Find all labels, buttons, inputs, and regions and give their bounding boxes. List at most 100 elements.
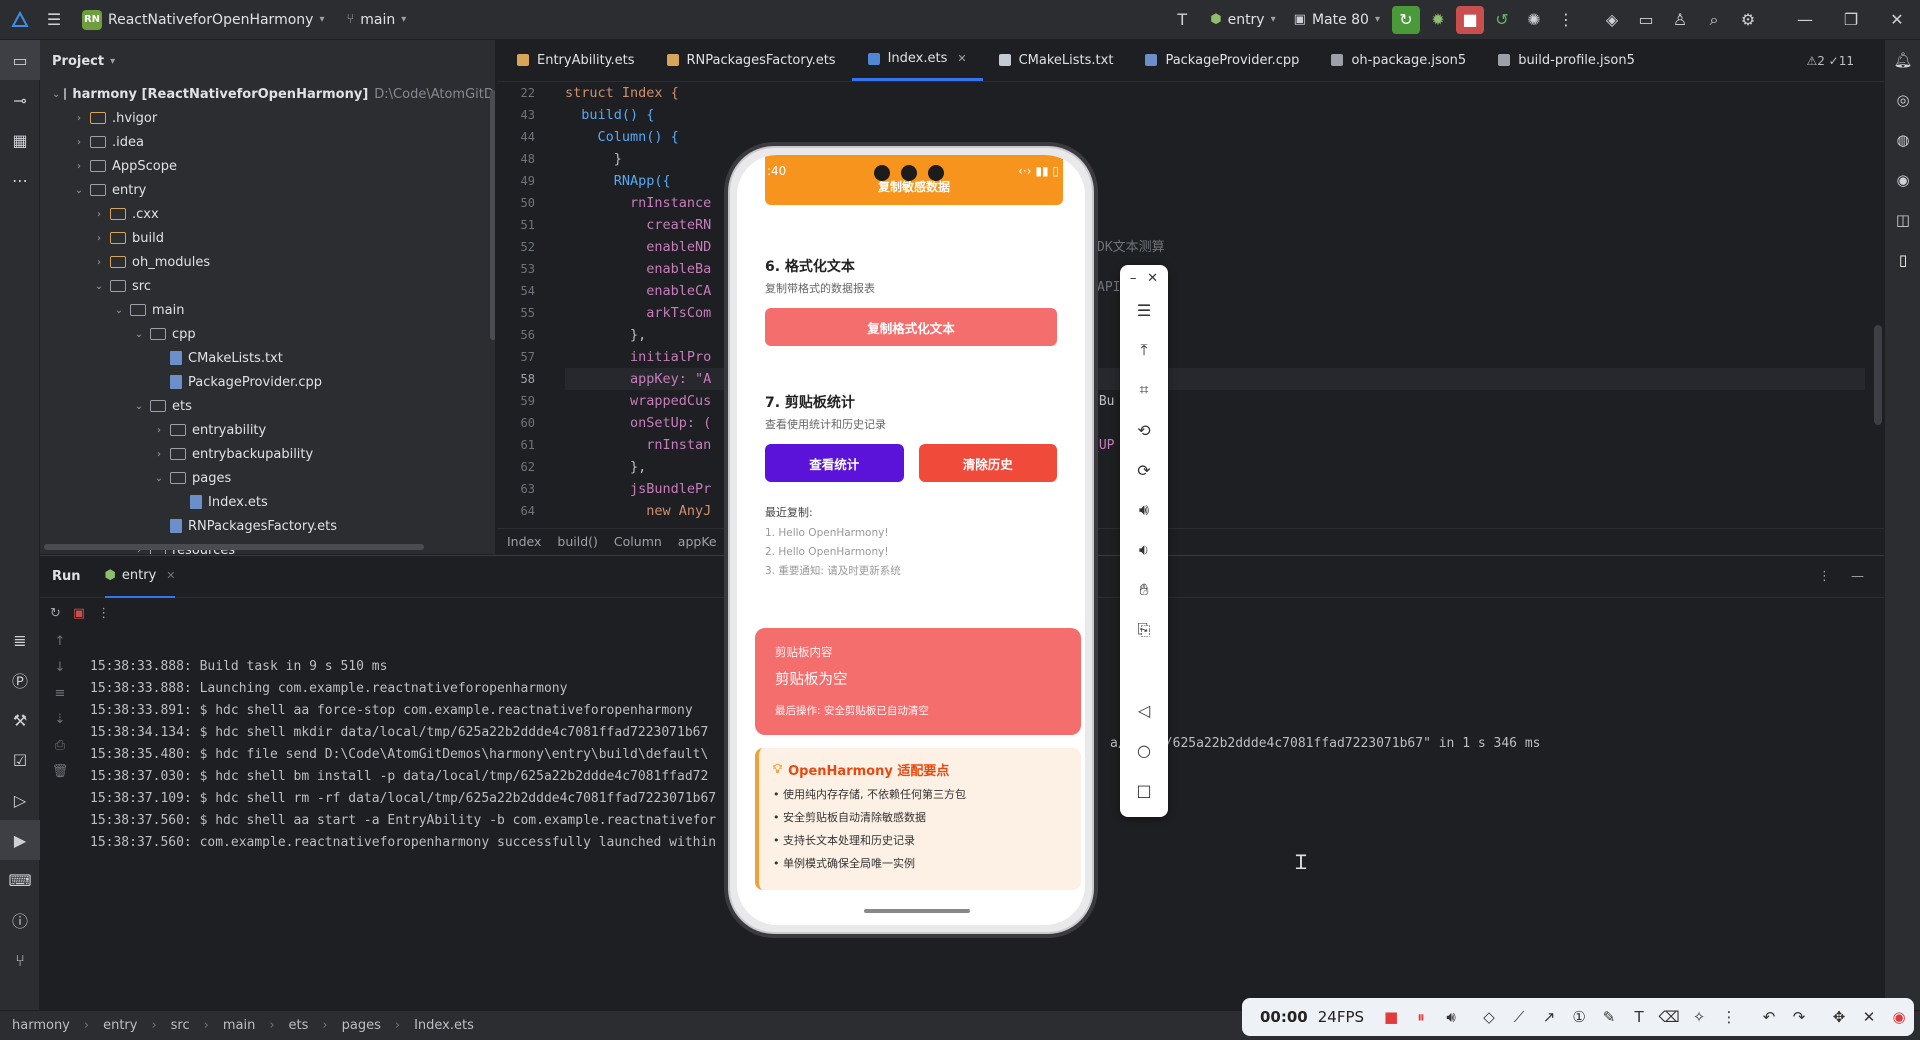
highlight-icon[interactable]: ✧ [1684, 1008, 1714, 1026]
breadcrumb-item[interactable]: appKe [678, 534, 717, 549]
eraser-icon[interactable]: ⌫ [1654, 1008, 1684, 1026]
editor-tab[interactable]: oh-package.json5 [1315, 39, 1482, 81]
run-config-selector[interactable]: ⬢ entry ▾ [1210, 0, 1275, 40]
branch-selector[interactable]: ⑂ main ▾ [346, 0, 406, 40]
close-icon[interactable]: ✕ [1854, 1008, 1884, 1026]
arrow-tool-icon[interactable]: ↗ [1534, 1008, 1564, 1026]
apply-changes-icon[interactable]: ↺ [1488, 6, 1516, 34]
more-options-icon[interactable]: ⋮ [1818, 569, 1831, 584]
code-line[interactable]: Column() { [565, 126, 1865, 148]
code-line[interactable]: struct Index { [565, 82, 1865, 104]
line-tool-icon[interactable]: ⟋ [1504, 1008, 1534, 1026]
more-options-icon[interactable]: ⋮ [1714, 1008, 1744, 1026]
number-tool-icon[interactable]: ① [1564, 1008, 1594, 1026]
tree-item[interactable]: › AppScope [40, 154, 495, 178]
run-config-tab[interactable]: ⬢ entry ✕ [104, 556, 176, 598]
chevron-right-icon[interactable]: › [72, 137, 86, 148]
hide-panel-icon[interactable]: — [1851, 569, 1864, 584]
tree-item[interactable]: PackageProvider.cpp [40, 370, 495, 394]
tree-item[interactable]: › .idea [40, 130, 495, 154]
stop-icon[interactable]: ▣ [73, 606, 85, 621]
shapes-icon[interactable]: ◇ [1474, 1008, 1504, 1026]
editor-tab[interactable]: CMakeLists.txt [983, 39, 1130, 81]
move-icon[interactable]: ✥ [1824, 1008, 1854, 1026]
main-menu-icon[interactable]: ☰ [40, 6, 68, 34]
more-options-icon[interactable]: ⋮ [97, 606, 110, 621]
rotate-icon[interactable]: ⟲ [1120, 410, 1168, 450]
chevron-down-icon[interactable]: ⌄ [92, 281, 106, 292]
status-path-item[interactable]: src [171, 1018, 190, 1033]
todo-icon[interactable]: ☑ [0, 740, 40, 780]
recents-icon[interactable]: □ [1120, 770, 1168, 810]
volume-up-icon[interactable]: 🔊︎ [1120, 490, 1168, 530]
layers-icon[interactable]: ≣ [0, 620, 40, 660]
device-selector[interactable]: ▣ Mate 80 ▾ [1294, 0, 1380, 40]
tree-item[interactable]: ⌄ pages [40, 466, 495, 490]
pin-top-icon[interactable]: ⤒ [1120, 330, 1168, 370]
pause-icon[interactable]: ⏸︎ [1406, 1008, 1436, 1026]
tree-h-scrollbar[interactable] [44, 544, 424, 550]
home-indicator[interactable] [864, 909, 970, 913]
font-tool-icon[interactable]: T [1168, 6, 1196, 34]
rerun-icon[interactable]: ↻ [50, 606, 61, 621]
editor-tab[interactable]: RNPackagesFactory.ets [651, 39, 852, 81]
project-panel-header[interactable]: Project ▾ [40, 40, 495, 82]
tree-item[interactable]: › entryability [40, 418, 495, 442]
tree-item[interactable]: › build [40, 226, 495, 250]
tree-item[interactable]: ⌄ ets [40, 394, 495, 418]
crop-icon[interactable]: ⌗ [1120, 370, 1168, 410]
editor-tab[interactable]: EntryAbility.ets [501, 39, 651, 81]
more-tools-icon[interactable]: ⋯ [0, 160, 40, 200]
status-path-item[interactable]: entry [103, 1018, 137, 1033]
editor-tab[interactable]: build-profile.json5 [1482, 39, 1651, 81]
text-tool-icon[interactable]: T [1624, 1008, 1654, 1026]
ai-assistant-icon[interactable]: ◍ [1885, 120, 1920, 160]
more-actions-icon[interactable]: ⋮ [1552, 6, 1580, 34]
folder-icon[interactable]: ▭ [1632, 6, 1660, 34]
plugin-icon[interactable]: ◈ [1598, 6, 1626, 34]
chevron-right-icon[interactable]: › [92, 209, 106, 220]
tree-item[interactable]: CMakeLists.txt [40, 346, 495, 370]
project-selector[interactable]: RN ReactNativeforOpenHarmony ▾ [82, 0, 324, 40]
profiler-side-icon[interactable]: Ⓟ [0, 660, 40, 700]
close-window-icon[interactable]: ✕ [1874, 6, 1920, 34]
rotate-alt-icon[interactable]: ⟳ [1120, 450, 1168, 490]
code-line[interactable]: build() { [565, 104, 1865, 126]
clear-console-icon[interactable]: 🗑︎ [40, 758, 80, 784]
services-icon[interactable]: ▷ [0, 780, 40, 820]
stop-record-icon[interactable]: ■ [1376, 1008, 1406, 1026]
tree-item[interactable]: Index.ets [40, 490, 495, 514]
tree-item[interactable]: › .hvigor [40, 106, 495, 130]
device-manager-icon[interactable]: ◫ [1885, 200, 1920, 240]
chevron-down-icon[interactable]: ⌄ [132, 401, 146, 412]
menu-icon[interactable]: ☰ [1120, 290, 1168, 330]
editor-tab[interactable]: PackageProvider.cpp [1129, 39, 1315, 81]
status-path-item[interactable]: main [223, 1018, 255, 1033]
preview-icon[interactable]: ◉ [1885, 160, 1920, 200]
tree-item[interactable]: ⌄ entry [40, 178, 495, 202]
tree-item[interactable]: ⌄ cpp [40, 322, 495, 346]
tree-item[interactable]: ⌄ src [40, 274, 495, 298]
minimize-icon[interactable]: – [1130, 271, 1137, 286]
project-view-icon[interactable]: ▭ [0, 40, 40, 80]
chevron-down-icon[interactable]: ⌄ [132, 329, 146, 340]
close-tab-icon[interactable]: ✕ [166, 569, 175, 582]
close-icon[interactable]: ✕ [1147, 271, 1158, 286]
stop-icon[interactable]: ■ [1456, 5, 1484, 34]
chevron-right-icon[interactable]: › [152, 425, 166, 436]
commit-icon[interactable]: ⊸ [0, 80, 40, 120]
maximize-icon[interactable]: ❐ [1828, 6, 1874, 34]
back-icon[interactable]: ◁ [1120, 690, 1168, 730]
git-icon[interactable]: ⑂ [0, 940, 40, 980]
scroll-to-end-icon[interactable]: ⇣ [40, 706, 80, 732]
volume-icon[interactable]: 🔊︎ [1436, 1008, 1466, 1026]
tree-item[interactable]: › .cxx [40, 202, 495, 226]
home-icon[interactable]: ○ [1120, 730, 1168, 770]
tree-item[interactable]: ⌄ main [40, 298, 495, 322]
scroll-down-icon[interactable]: ↓ [40, 654, 80, 680]
undo-icon[interactable]: ↶ [1754, 1008, 1784, 1026]
settings-gear-icon[interactable]: ⚙ [1734, 6, 1762, 34]
chevron-right-icon[interactable]: › [92, 233, 106, 244]
chevron-right-icon[interactable]: › [92, 257, 106, 268]
volume-down-icon[interactable]: 🔉︎ [1120, 530, 1168, 570]
